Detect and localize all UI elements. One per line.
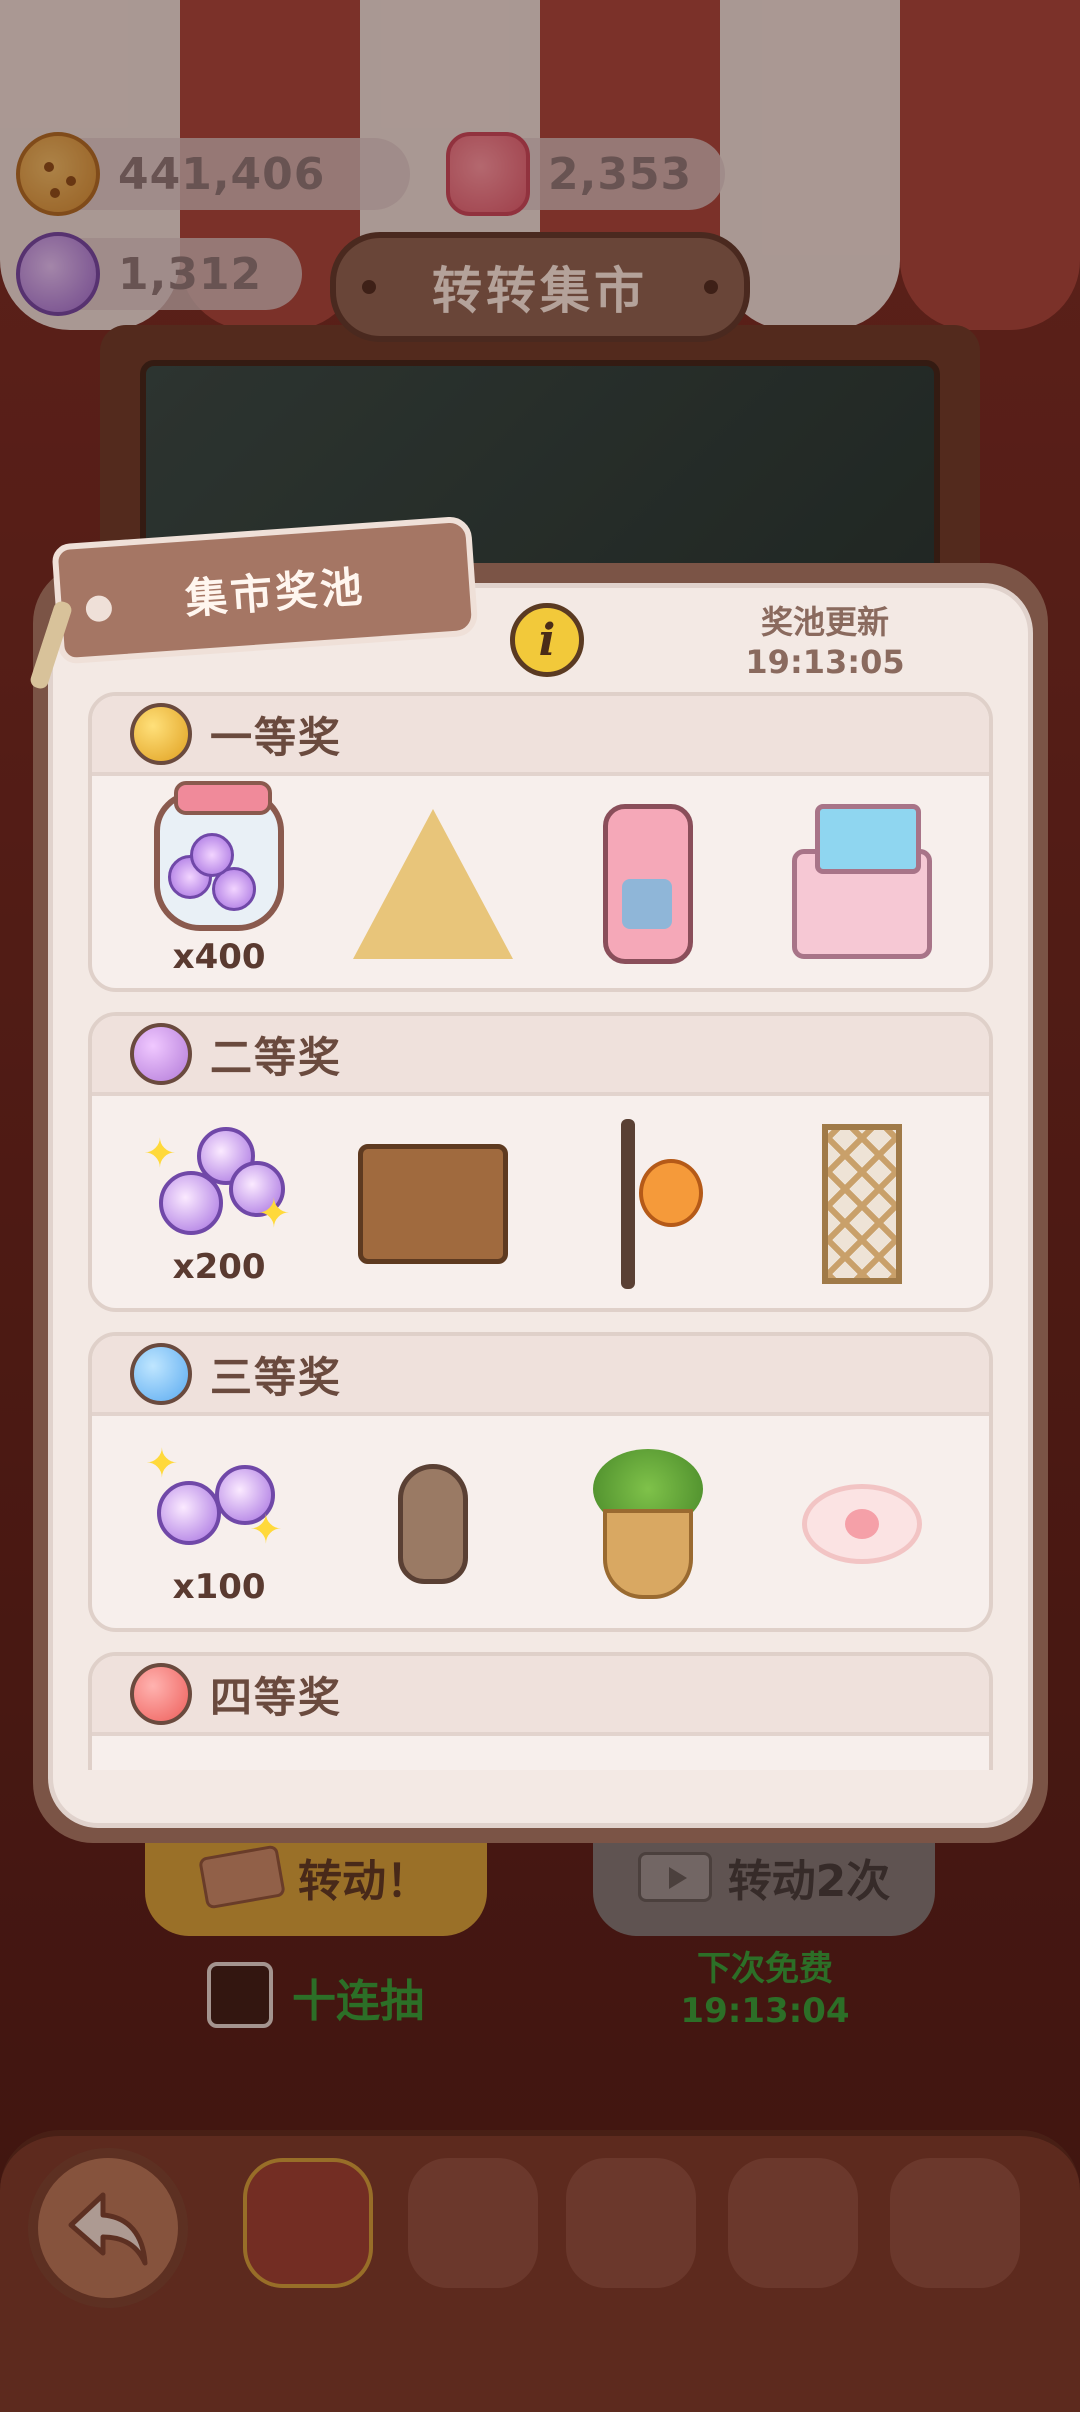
owl-windchime-icon — [398, 1464, 469, 1584]
prize-qty: x100 — [172, 1567, 266, 1607]
potted-plant-icon — [592, 1449, 703, 1599]
tent-icon — [353, 809, 514, 959]
prize-item[interactable]: ✦ ✦ x100 — [134, 1424, 304, 1624]
info-button[interactable]: i — [510, 603, 584, 677]
prize-item[interactable] — [563, 1104, 733, 1304]
gold-orb-icon — [130, 703, 192, 765]
tier-title: 二等奖 — [210, 1032, 343, 1082]
blue-orb-icon — [130, 1343, 192, 1405]
candy-pile-icon: ✦ ✦ — [145, 1441, 283, 1553]
prize-list[interactable]: 一等奖 x400 二等奖 ✦ ✦ x200 三等奖 ✦ ✦ x100 四等奖 — [88, 690, 993, 1770]
pool-refresh-time: 19:13:05 — [745, 643, 905, 681]
red-orb-icon — [130, 1663, 192, 1725]
prize-qty: x400 — [172, 937, 266, 977]
computer-desk-icon — [791, 804, 932, 959]
prize-item[interactable] — [777, 1424, 947, 1624]
prize-item[interactable]: x400 — [134, 781, 304, 984]
candy-pile-icon: ✦ ✦ — [143, 1121, 291, 1241]
prize-qty: x200 — [172, 1247, 266, 1287]
prize-item[interactable] — [777, 1104, 947, 1304]
candy-jar-icon — [154, 781, 285, 931]
pool-refresh: 奖池更新 19:13:05 — [720, 602, 930, 682]
tier-title: 一等奖 — [210, 712, 343, 762]
tier-fourth: 四等奖 — [88, 1652, 993, 1770]
tier-second: 二等奖 ✦ ✦ x200 — [88, 1012, 993, 1312]
writing-desk-icon — [358, 1144, 509, 1264]
prize-pool-title: 集市奖池 — [183, 561, 367, 624]
flower-trellis-icon — [821, 1124, 902, 1284]
paw-rug-icon — [801, 1484, 922, 1564]
prize-item[interactable] — [563, 1424, 733, 1624]
pool-refresh-label: 奖池更新 — [760, 603, 889, 641]
lantern-stand-icon — [620, 1119, 703, 1289]
tier-title: 四等奖 — [210, 1672, 343, 1722]
prize-item[interactable]: ✦ ✦ x200 — [134, 1104, 304, 1304]
tier-third: 三等奖 ✦ ✦ x100 — [88, 1332, 993, 1632]
prize-item[interactable] — [348, 1424, 518, 1624]
prize-item[interactable] — [777, 784, 947, 984]
tier-first: 一等奖 x400 — [88, 692, 993, 992]
prize-item[interactable] — [563, 784, 733, 984]
vending-machine-icon — [602, 804, 693, 964]
tier-title: 三等奖 — [210, 1352, 343, 1402]
purple-orb-icon — [130, 1023, 192, 1085]
prize-item[interactable] — [348, 784, 518, 984]
prize-item[interactable] — [348, 1104, 518, 1304]
